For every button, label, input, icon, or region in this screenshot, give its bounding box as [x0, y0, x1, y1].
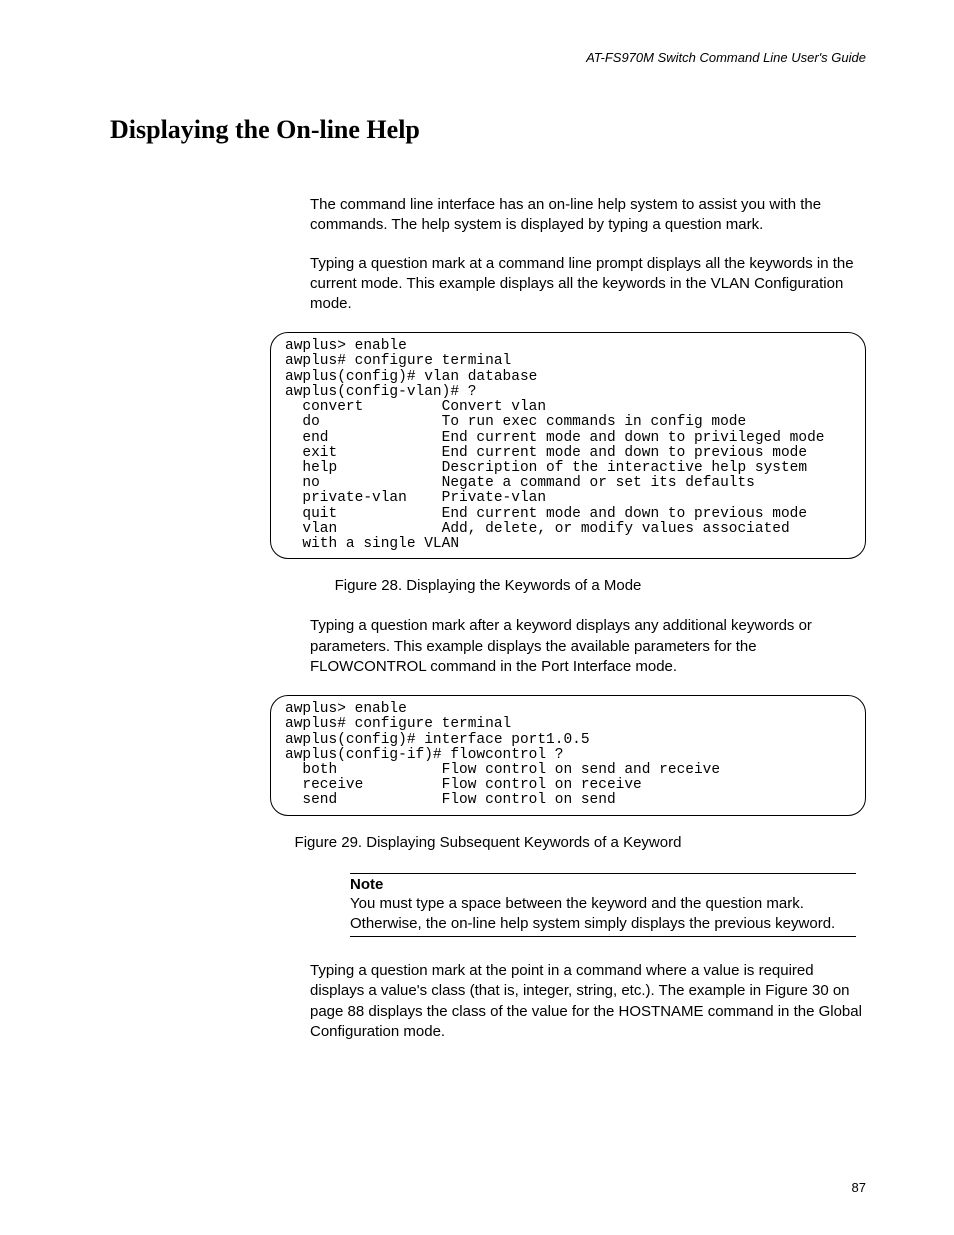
page-number: 87	[852, 1180, 866, 1195]
note-title: Note	[350, 876, 856, 893]
running-header: AT-FS970M Switch Command Line User's Gui…	[110, 50, 866, 65]
code-block-1: awplus> enable awplus# configure termina…	[270, 332, 866, 559]
note-block: Note You must type a space between the k…	[350, 873, 856, 938]
note-rule-bottom	[350, 936, 856, 937]
paragraph-1: The command line interface has an on-lin…	[310, 195, 866, 236]
paragraph-4: Typing a question mark at the point in a…	[310, 961, 866, 1042]
page: AT-FS970M Switch Command Line User's Gui…	[0, 0, 954, 1235]
figure-caption-28: Figure 28. Displaying the Keywords of a …	[110, 577, 866, 594]
note-rule-top	[350, 873, 856, 874]
note-body: You must type a space between the keywor…	[350, 894, 856, 935]
paragraph-3: Typing a question mark after a keyword d…	[310, 616, 866, 677]
section-title: Displaying the On-line Help	[110, 115, 866, 145]
code-block-2: awplus> enable awplus# configure termina…	[270, 695, 866, 816]
figure-caption-29: Figure 29. Displaying Subsequent Keyword…	[110, 834, 866, 851]
paragraph-2: Typing a question mark at a command line…	[310, 254, 866, 315]
